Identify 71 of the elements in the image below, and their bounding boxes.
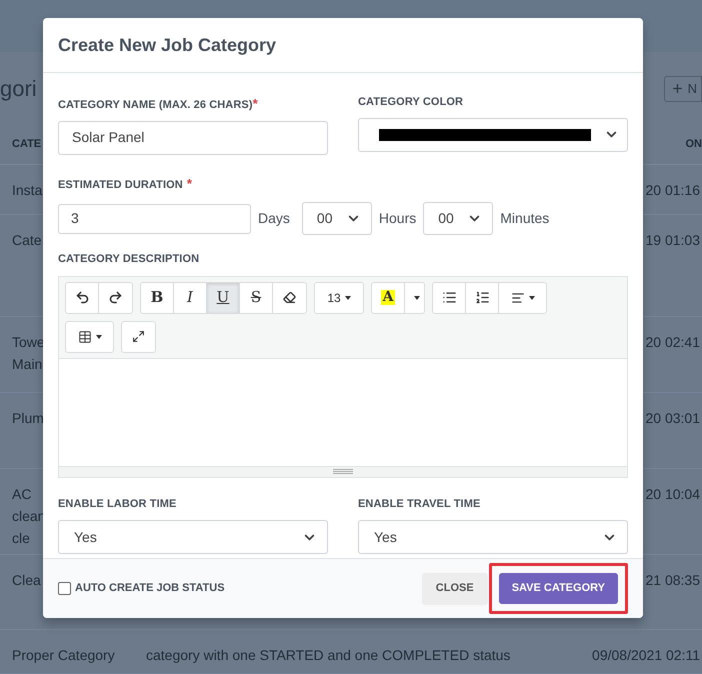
- column-header: CATE: [12, 137, 42, 152]
- table-cell-text: AC: [12, 485, 32, 504]
- table-cell-text: cle: [12, 529, 30, 548]
- days-field[interactable]: 3: [58, 204, 251, 234]
- checkbox[interactable]: [58, 582, 71, 595]
- save-category-button[interactable]: SAVE CATEGORY: [498, 573, 618, 604]
- minutes-select[interactable]: 00: [423, 202, 494, 235]
- bullet-list-button[interactable]: [433, 282, 466, 312]
- field-label: CATEGORY DESCRIPTION: [58, 252, 200, 267]
- table-cell-text: 20 02:41: [646, 333, 701, 352]
- resize-handle[interactable]: [59, 466, 627, 476]
- numbered-list-button[interactable]: [466, 282, 499, 312]
- caret-icon: [96, 334, 102, 338]
- table-cell-text: 20 03:01: [646, 409, 701, 428]
- numbered-list-icon: [474, 290, 490, 305]
- table-cell-text: Towe: [12, 333, 45, 352]
- labor-time-select[interactable]: Yes: [58, 520, 328, 554]
- table-cell-text: Cate: [12, 231, 42, 250]
- font-size-button[interactable]: 13: [315, 282, 363, 312]
- field-label: ENABLE LABOR TIME: [58, 496, 178, 512]
- page-heading: gori: [0, 75, 37, 103]
- caret-icon: [344, 296, 351, 300]
- required-mark: *: [186, 176, 192, 190]
- table-cell-text: 20 01:16: [646, 181, 701, 200]
- table-cell: category with one STARTED and one COMPLETED status: [146, 647, 510, 663]
- dialog-title: Create New Job Category: [58, 34, 276, 57]
- undo-icon: [74, 290, 90, 305]
- field-label: ENABLE TRAVEL TIME: [358, 496, 482, 512]
- strikethrough-button[interactable]: S: [240, 282, 273, 312]
- table-cell-text: Main: [12, 355, 42, 374]
- highlight-button[interactable]: A: [372, 282, 405, 312]
- redo-button[interactable]: [99, 282, 132, 312]
- redo-icon: [108, 290, 123, 305]
- align-left-icon: [510, 290, 524, 304]
- table-cell-text: 20 10:04: [646, 485, 701, 504]
- bullet-list-icon: [442, 290, 456, 305]
- table-cell-text: Insta: [12, 181, 42, 200]
- field-label: CATEGORY COLOR: [358, 95, 464, 110]
- table-cell-text: Plum: [12, 409, 44, 428]
- table-cell-text: Proper Category: [12, 646, 115, 665]
- underline-button[interactable]: U: [207, 282, 240, 312]
- clear-format-button[interactable]: [273, 282, 306, 312]
- table-cell-text: 21 08:35: [646, 571, 701, 590]
- hours-select[interactable]: 00: [302, 202, 372, 235]
- grip-icon: [333, 469, 353, 474]
- category-name-field[interactable]: Solar Panel: [58, 120, 328, 154]
- color-select[interactable]: [358, 118, 628, 152]
- table-cell-text: Clea: [12, 571, 41, 590]
- hours-label: Hours: [378, 209, 416, 228]
- days-label: Days: [258, 209, 290, 228]
- minutes-label: Minutes: [500, 209, 550, 228]
- bold-button[interactable]: B: [141, 282, 174, 312]
- italic-button[interactable]: I: [174, 282, 207, 312]
- field-label: CATEGORY NAME (MAX. 26 CHARS)*: [58, 95, 259, 113]
- travel-time-select[interactable]: Yes: [358, 520, 628, 554]
- required-mark: *: [252, 96, 258, 111]
- eraser-icon: [283, 291, 296, 304]
- checkbox-label: AUTO CREATE JOB STATUS: [75, 581, 225, 596]
- table-icon: [78, 330, 92, 344]
- field-label: ESTIMATED DURATION *: [58, 174, 194, 192]
- table-cell-text: 09/08/2021 02:11: [592, 646, 701, 665]
- table-cell-text: 19 01:03: [646, 231, 701, 250]
- highlight-dropdown-button[interactable]: [405, 282, 424, 312]
- close-button[interactable]: CLOSE: [422, 572, 488, 604]
- caret-icon: [528, 296, 534, 300]
- align-button[interactable]: [499, 282, 546, 312]
- expand-icon: [132, 330, 145, 343]
- column-header: ON: [686, 137, 702, 152]
- caret-icon: [414, 296, 420, 300]
- plus-icon: [670, 82, 684, 95]
- undo-button[interactable]: [66, 282, 99, 312]
